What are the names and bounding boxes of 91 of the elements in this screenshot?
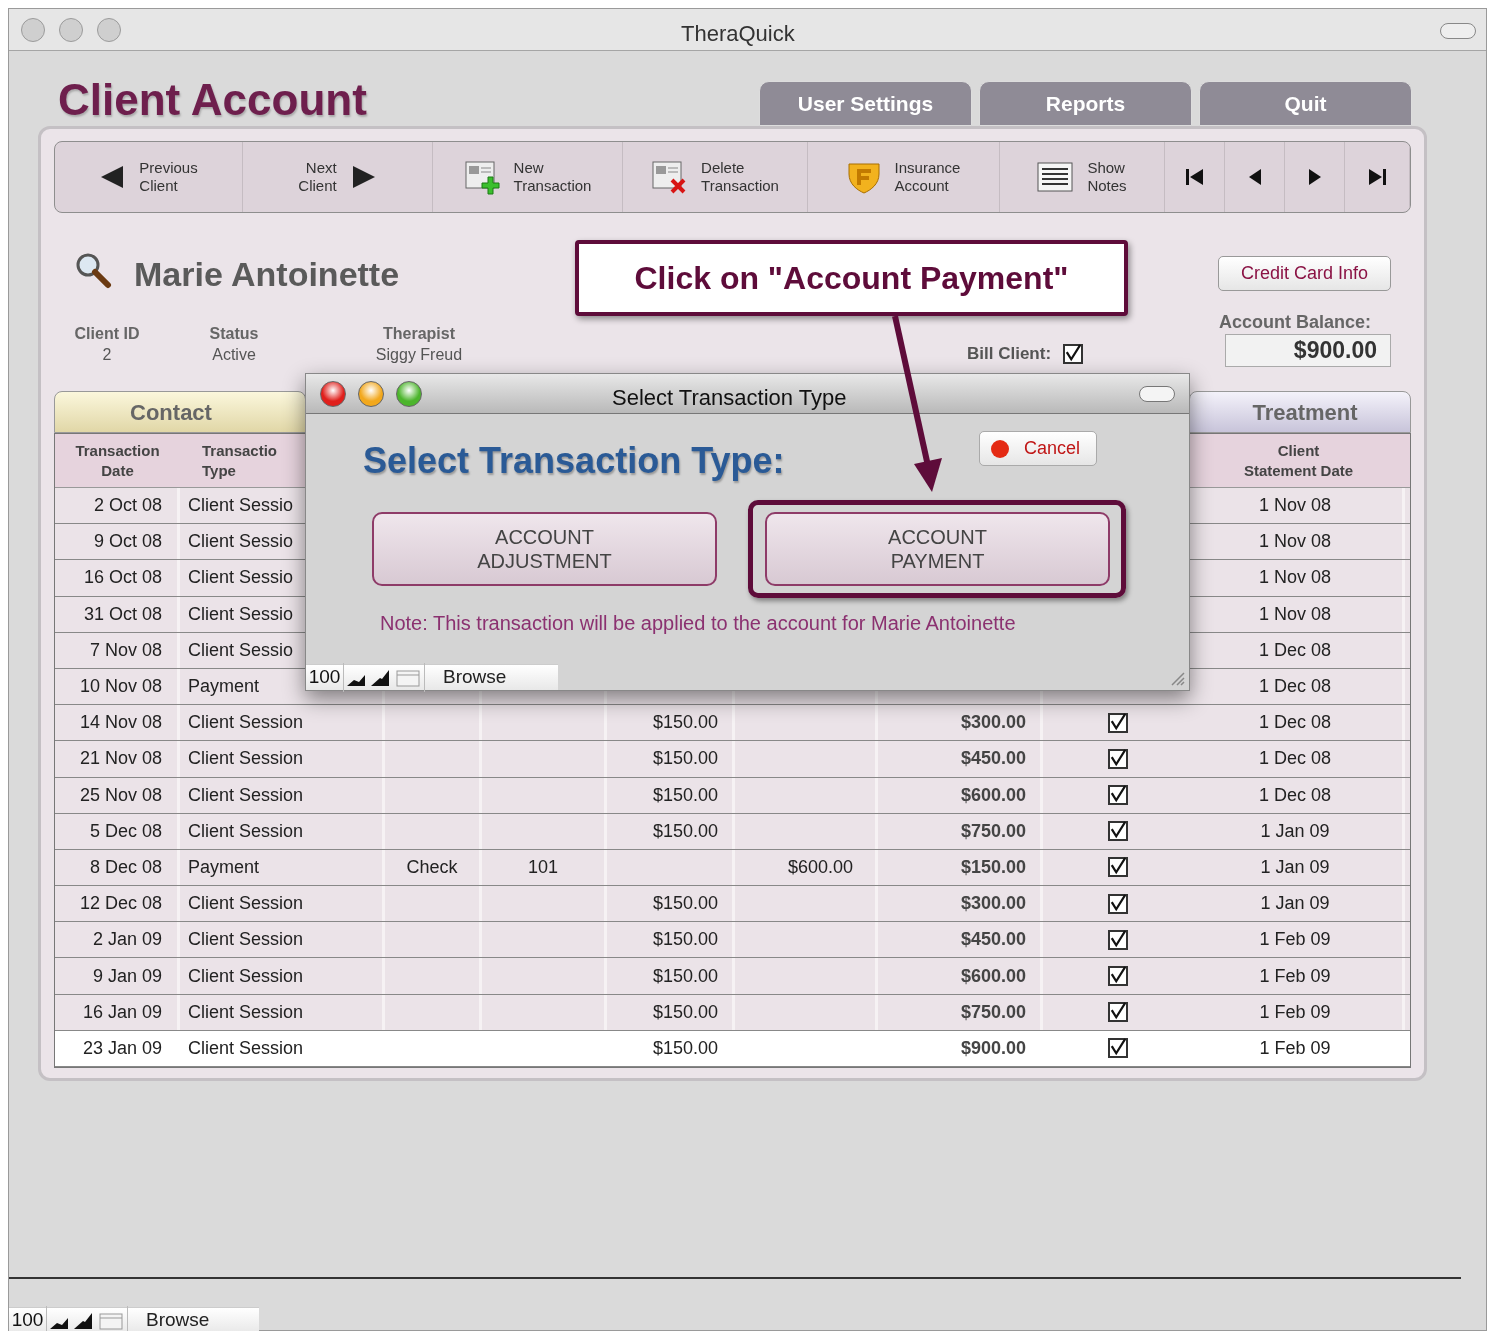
table-cell-text: 1 Feb 09 — [1259, 928, 1331, 952]
table-cell-text: 1 Feb 09 — [1259, 1036, 1331, 1060]
table-cell-text: Client Session — [188, 1000, 304, 1024]
table-cell-text: 23 Jan 09 — [82, 1036, 162, 1060]
table-cell-text: 1 Dec 08 — [1258, 783, 1331, 807]
table-cell-text: Client Sessio — [188, 602, 294, 626]
table-cell-text: 8 Dec 08 — [89, 855, 162, 879]
column-header: Transaction Date — [74, 440, 161, 481]
table-cell-text: $450.00 — [960, 747, 1026, 771]
table-cell-text: $150.00 — [652, 747, 718, 771]
table-cell-text: Check — [406, 855, 458, 879]
table-cell-text: $150.00 — [652, 1000, 718, 1024]
table-cell-text: 1 Feb 09 — [1259, 1000, 1331, 1024]
table-cell-text: Client Sessio — [188, 566, 294, 590]
table-cell-text: 2 Jan 09 — [92, 928, 162, 952]
table-cell-text: $750.00 — [960, 1000, 1026, 1024]
table-cell-text: Client Session — [188, 711, 304, 735]
table-cell-text: 9 Jan 09 — [92, 964, 162, 988]
table-cell-text: 31 Oct 08 — [83, 602, 162, 626]
table-cell-text: 1 Nov 08 — [1258, 530, 1331, 554]
page-title: Client Account — [58, 74, 367, 126]
table-cell-text: Payment — [188, 855, 260, 879]
table-cell-text: 1 Nov 08 — [1258, 566, 1331, 590]
table-cell-text: $150.00 — [652, 783, 718, 807]
table-cell-text: Client Sessio — [188, 530, 294, 554]
table-cell-text: $600.00 — [960, 783, 1026, 807]
table-cell-text: $600.00 — [787, 855, 853, 879]
table-cell-text: Payment — [188, 675, 260, 699]
table-cell-text: 1 Dec 08 — [1258, 747, 1331, 771]
table-cell-text: 1 Jan 09 — [1260, 819, 1330, 843]
table-cell-text: Client Session — [188, 747, 304, 771]
field-label: Bill Client: — [967, 343, 1052, 365]
table-cell-text: $300.00 — [960, 892, 1026, 916]
table-cell-text: Client Session — [188, 928, 304, 952]
note-text: Note: This transaction will be applied to the account for Marie Antoinette — [380, 611, 1016, 636]
field-value: Active — [212, 345, 256, 365]
table-cell-text: $600.00 — [960, 964, 1026, 988]
balance-value: $900.00 — [1225, 334, 1391, 367]
table-cell-text: $150.00 — [652, 892, 718, 916]
table-cell-text: Client Session — [188, 892, 304, 916]
table-cell-text: 1 Jan 09 — [1260, 892, 1330, 916]
table-cell-text: 16 Jan 09 — [82, 1000, 162, 1024]
table-cell-text: 10 Nov 08 — [79, 675, 162, 699]
table-cell-text: 101 — [527, 855, 558, 879]
table-cell-text: 21 Nov 08 — [79, 747, 162, 771]
table-cell-text: Client Session — [188, 1036, 304, 1060]
table-cell-text: $150.00 — [960, 855, 1026, 879]
table-cell-text: 12 Dec 08 — [79, 892, 162, 916]
zoom-level: 100 — [306, 663, 344, 692]
window-title: TheraQuick — [681, 20, 795, 48]
table-cell-text: 25 Nov 08 — [79, 783, 162, 807]
column-header: Transactio Type — [202, 440, 278, 481]
table-cell-text: $450.00 — [960, 928, 1026, 952]
client-name: Marie Antoinette — [134, 254, 400, 295]
table-cell-text: 1 Nov 08 — [1258, 494, 1331, 518]
table-cell-text: $150.00 — [652, 928, 718, 952]
field-value: Siggy Freud — [375, 345, 463, 365]
field-label: Client ID — [74, 324, 140, 344]
table-cell-text: 7 Nov 08 — [89, 638, 162, 662]
table-cell-text: $150.00 — [652, 819, 718, 843]
dialog-title: Select Transaction Type — [612, 384, 847, 412]
table-cell-text: 2 Oct 08 — [93, 494, 162, 518]
table-cell-text: 1 Feb 09 — [1259, 964, 1331, 988]
dialog-heading: Select Transaction Type: — [363, 439, 785, 483]
column-header: Client Statement Date — [1242, 440, 1355, 481]
table-cell-text: 1 Nov 08 — [1258, 602, 1331, 626]
table-cell-text: Client Session — [188, 783, 304, 807]
table-cell-text: Client Sessio — [188, 494, 294, 518]
table-cell-text: $750.00 — [960, 819, 1026, 843]
table-cell-text: 1 Dec 08 — [1258, 711, 1331, 735]
table-cell-text: 1 Jan 09 — [1260, 855, 1330, 879]
table-cell-text: Client Sessio — [188, 638, 294, 662]
table-cell-text: 5 Dec 08 — [89, 819, 162, 843]
callout: Click on "Account Payment" — [575, 240, 1128, 316]
field-label: Status — [209, 324, 259, 344]
table-cell-text: 1 Dec 08 — [1258, 638, 1331, 662]
table-cell-text: $900.00 — [960, 1036, 1026, 1060]
table-cell-text: Client Session — [188, 819, 304, 843]
table-cell-text: $150.00 — [652, 711, 718, 735]
table-cell-text: 9 Oct 08 — [93, 530, 162, 554]
table-cell-text: Client Session — [188, 964, 304, 988]
table-cell-text: $150.00 — [652, 1036, 718, 1060]
table-cell-text: $150.00 — [652, 964, 718, 988]
zoom-level: 100 — [9, 1306, 47, 1331]
table-cell-text: 16 Oct 08 — [83, 566, 162, 590]
field-label: Account Balance: — [1219, 311, 1372, 334]
table-cell-text: $300.00 — [960, 711, 1026, 735]
table-cell-text: 1 Dec 08 — [1258, 675, 1331, 699]
table-cell-text: 14 Nov 08 — [79, 711, 162, 735]
field-value: 2 — [102, 345, 112, 365]
field-label: Therapist — [383, 324, 455, 344]
